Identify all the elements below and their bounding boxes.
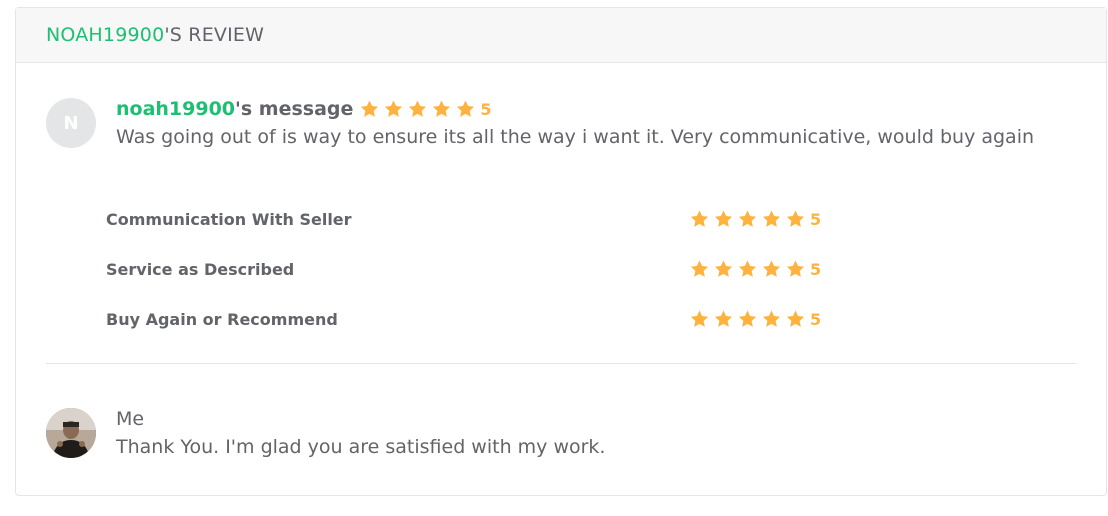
seller-reply-text: Thank You. I'm glad you are satisfied wi… (116, 436, 606, 458)
review-card: NOAH19900 'S REVIEW N noah19900 's messag… (15, 7, 1107, 496)
rating-label: Communication With Seller (106, 209, 352, 229)
star-icon (713, 259, 734, 279)
buyer-message-text: Was going out of is way to ensure its al… (116, 126, 1035, 148)
rating-value: 5 (810, 209, 822, 229)
star-icon (689, 309, 710, 329)
star-icon (689, 259, 710, 279)
avatar-initial: N (63, 112, 79, 134)
star-icon (383, 99, 404, 119)
buyer-rating-value: 5 (480, 99, 492, 119)
star-icon (359, 99, 380, 119)
rating-row-service: Service as Described 5 (106, 244, 826, 294)
buyer-rating-stars (359, 99, 479, 119)
avatar-photo-icon (46, 408, 96, 458)
star-icon (761, 259, 782, 279)
rating-label: Buy Again or Recommend (106, 309, 338, 329)
star-icon (737, 209, 758, 229)
rating-breakdown: Communication With Seller 5 Service as D… (106, 194, 826, 344)
rating-stars: 5 (689, 209, 821, 229)
review-header: NOAH19900 'S REVIEW (16, 8, 1106, 63)
star-icon (455, 99, 476, 119)
header-suffix: 'S REVIEW (164, 24, 265, 46)
star-icon (431, 99, 452, 119)
star-icon (761, 209, 782, 229)
star-icon (689, 209, 710, 229)
star-icon (407, 99, 428, 119)
buyer-message-title: noah19900 's message 5 (116, 96, 1076, 122)
star-icon (785, 259, 806, 279)
rating-value: 5 (810, 309, 822, 329)
rating-stars: 5 (689, 259, 821, 279)
star-icon (737, 309, 758, 329)
avatar[interactable] (46, 408, 96, 458)
star-icon (713, 309, 734, 329)
star-icon (713, 209, 734, 229)
header-username[interactable]: NOAH19900 (46, 24, 164, 46)
buyer-message-body: noah19900 's message 5 Was going out of … (116, 96, 1076, 148)
rating-value: 5 (810, 259, 822, 279)
buyer-title-suffix: 's message (235, 98, 354, 120)
rating-stars: 5 (689, 309, 821, 329)
divider (46, 363, 1076, 364)
buyer-username[interactable]: noah19900 (116, 98, 235, 120)
avatar[interactable]: N (46, 98, 96, 148)
seller-name: Me (116, 408, 145, 430)
star-icon (785, 209, 806, 229)
rating-row-recommend: Buy Again or Recommend 5 (106, 294, 826, 344)
rating-row-communication: Communication With Seller 5 (106, 194, 826, 244)
star-icon (785, 309, 806, 329)
rating-label: Service as Described (106, 259, 295, 279)
star-icon (737, 259, 758, 279)
star-icon (761, 309, 782, 329)
seller-reply-body: Me Thank You. I'm glad you are satisfied… (116, 406, 1076, 458)
